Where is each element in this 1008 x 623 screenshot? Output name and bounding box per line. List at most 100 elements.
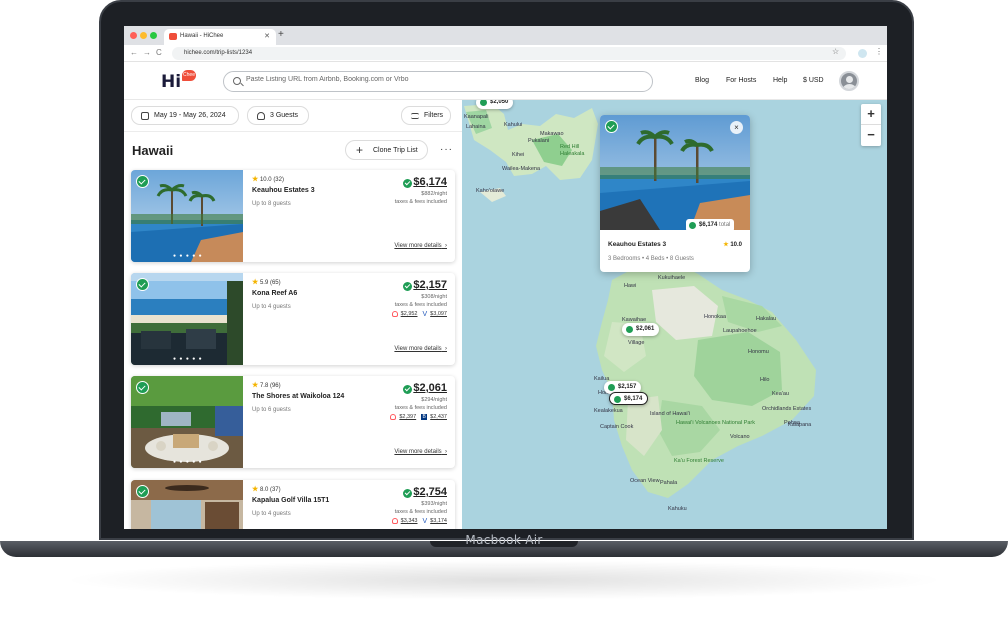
listing-price[interactable]: $6,174 bbox=[413, 176, 447, 188]
listing-name[interactable]: Kona Reef A6 bbox=[252, 290, 297, 297]
price-check-icon bbox=[403, 179, 412, 188]
popup-listing-name[interactable]: Keauhou Estates 3 bbox=[608, 241, 666, 248]
airbnb-price[interactable]: $2,397 bbox=[399, 414, 416, 420]
nav-help[interactable]: Help bbox=[773, 77, 787, 84]
search-bar[interactable] bbox=[223, 71, 653, 92]
popup-rating: ★ 10.0 bbox=[723, 242, 742, 248]
guests-filter[interactable]: 3 Guests bbox=[247, 106, 309, 125]
view-details-link[interactable]: View more details › bbox=[394, 346, 447, 352]
dates-filter[interactable]: May 19 - May 26, 2024 bbox=[131, 106, 239, 125]
photo-dots[interactable]: ● ● ● ● ● bbox=[173, 356, 203, 362]
bookmark-star-icon[interactable]: ☆ bbox=[832, 47, 839, 56]
calendar-icon bbox=[141, 112, 149, 120]
map-label: Kaanapali bbox=[464, 114, 489, 120]
nav-for-hosts[interactable]: For Hosts bbox=[726, 77, 756, 84]
map-label: Ka'u Forest Reserve bbox=[674, 458, 724, 464]
listing-name[interactable]: Keauhou Estates 3 bbox=[252, 187, 315, 194]
divider bbox=[124, 131, 462, 132]
verified-check-icon bbox=[136, 485, 149, 498]
rating: ★ 8.0 (37) bbox=[252, 486, 281, 493]
map[interactable]: Kaanapali Lahaina Kahului Makawao Kihei … bbox=[462, 100, 887, 529]
map-label: Hakalau bbox=[756, 316, 777, 322]
verified-check-icon bbox=[136, 175, 149, 188]
search-input[interactable] bbox=[246, 76, 646, 83]
competitor-prices: $2,952 V $3,097 bbox=[387, 311, 447, 318]
listing-card[interactable]: ★ 8.0 (37) Kapalua Golf Villa 15T1 Up to… bbox=[131, 480, 455, 529]
zoom-out-button[interactable]: − bbox=[861, 125, 881, 146]
nav-currency[interactable]: $ USD bbox=[803, 77, 824, 84]
map-label: Kealakekua bbox=[594, 408, 623, 414]
map-label: Ocean View bbox=[630, 478, 660, 484]
listing-popup[interactable]: × $6,174 total Keauhou Estates 3 ★ 10.0 … bbox=[600, 115, 750, 272]
photo-dots[interactable]: ● ● ● ● ● bbox=[173, 459, 203, 465]
vrbo-price[interactable]: $3,174 bbox=[430, 518, 447, 524]
extension-icon[interactable] bbox=[858, 49, 867, 58]
clone-trip-list-button[interactable]: + Clone Trip List bbox=[345, 140, 428, 160]
search-icon bbox=[233, 77, 241, 85]
fees-note: taxes & fees included bbox=[394, 199, 447, 205]
filters-label: Filters bbox=[424, 112, 444, 119]
popup-details: 3 Bedrooms • 4 Beds • 8 Guests bbox=[608, 256, 694, 262]
avatar[interactable] bbox=[839, 71, 859, 91]
more-options-icon[interactable]: ··· bbox=[440, 144, 453, 155]
zoom-in-button[interactable]: + bbox=[861, 104, 881, 125]
listing-name[interactable]: Kapalua Golf Villa 15T1 bbox=[252, 497, 329, 504]
star-icon: ★ bbox=[252, 176, 259, 183]
price-marker-selected[interactable]: $6,174 bbox=[609, 392, 649, 405]
listing-guests: Up to 4 guests bbox=[252, 511, 291, 517]
filter-icon bbox=[411, 113, 419, 119]
nightly-price: $294/night bbox=[421, 397, 447, 403]
map-label: Kaho'olawe bbox=[476, 188, 505, 194]
device-label: Macbook Air bbox=[465, 533, 543, 547]
booking-price[interactable]: $2,437 bbox=[430, 414, 447, 420]
browser-nav-icons[interactable]: ←→C bbox=[130, 48, 167, 57]
view-details-link[interactable]: View more details › bbox=[394, 449, 447, 455]
map-label: Kihei bbox=[512, 152, 525, 158]
browser-menu-icon[interactable]: ⋮ bbox=[875, 47, 883, 56]
price-marker[interactable]: $2,050 bbox=[476, 100, 514, 109]
map-label: Kahului bbox=[504, 122, 523, 128]
minimize-window-dot[interactable] bbox=[140, 32, 147, 39]
favicon-icon bbox=[169, 33, 177, 40]
rating: ★ 5.9 (65) bbox=[252, 279, 281, 286]
airbnb-price[interactable]: $3,343 bbox=[401, 518, 418, 524]
price-marker[interactable]: $2,061 bbox=[622, 323, 660, 336]
laptop-shadow bbox=[60, 560, 948, 600]
listing-card[interactable]: ● ● ● ● ● ★ 5.9 (65) Kona Reef A6 Up to … bbox=[131, 273, 455, 365]
map-label: Kea'au bbox=[772, 391, 789, 397]
map-label: Hawi bbox=[624, 283, 637, 289]
filters-button[interactable]: Filters bbox=[401, 106, 451, 125]
maximize-window-dot[interactable] bbox=[150, 32, 157, 39]
map-label: Village bbox=[628, 340, 645, 346]
listing-name[interactable]: The Shores at Waikoloa 124 bbox=[252, 393, 344, 400]
logo[interactable]: Hi bbox=[161, 72, 181, 92]
vrbo-price[interactable]: $3,097 bbox=[430, 311, 447, 317]
map-label: Island of Hawai'i bbox=[650, 411, 690, 417]
listing-card[interactable]: ● ● ● ● ● ★ 7.8 (96) The Shores at Waiko… bbox=[131, 376, 455, 468]
logo-badge: Chee bbox=[182, 70, 196, 81]
close-window-dot[interactable] bbox=[130, 32, 137, 39]
browser-url-bar: ←→C hichee.com/trip-lists/1234 ☆ ⋮ bbox=[124, 45, 887, 62]
listing-price[interactable]: $2,157 bbox=[413, 279, 447, 291]
photo-dots[interactable]: ● ● ● ● ● bbox=[173, 253, 203, 259]
url-field[interactable]: hichee.com/trip-lists/1234 bbox=[172, 47, 846, 60]
view-details-link[interactable]: View more details › bbox=[394, 243, 447, 249]
map-label: Honokaa bbox=[704, 314, 727, 320]
listing-guests: Up to 6 guests bbox=[252, 407, 291, 413]
close-icon[interactable]: × bbox=[730, 121, 743, 134]
listing-price[interactable]: $2,061 bbox=[413, 382, 447, 394]
rating: ★ 10.0 (32) bbox=[252, 176, 284, 183]
listing-card[interactable]: ● ● ● ● ● ★ 10.0 (32) Keauhou Estates 3 … bbox=[131, 170, 455, 262]
airbnb-icon bbox=[390, 414, 397, 420]
listing-price[interactable]: $2,754 bbox=[413, 486, 447, 498]
map-label: Pukalani bbox=[528, 138, 550, 144]
listing-guests: Up to 4 guests bbox=[252, 304, 291, 310]
airbnb-price[interactable]: $2,952 bbox=[401, 311, 418, 317]
nav-blog[interactable]: Blog bbox=[695, 77, 709, 84]
browser-tab[interactable]: Hawaii - HiChee ✕ bbox=[164, 29, 276, 45]
new-tab-icon[interactable]: + bbox=[278, 29, 284, 40]
price-check-icon bbox=[403, 282, 412, 291]
close-tab-icon[interactable]: ✕ bbox=[264, 32, 270, 40]
airbnb-icon bbox=[391, 518, 398, 524]
page-title: Hawaii bbox=[132, 143, 174, 158]
